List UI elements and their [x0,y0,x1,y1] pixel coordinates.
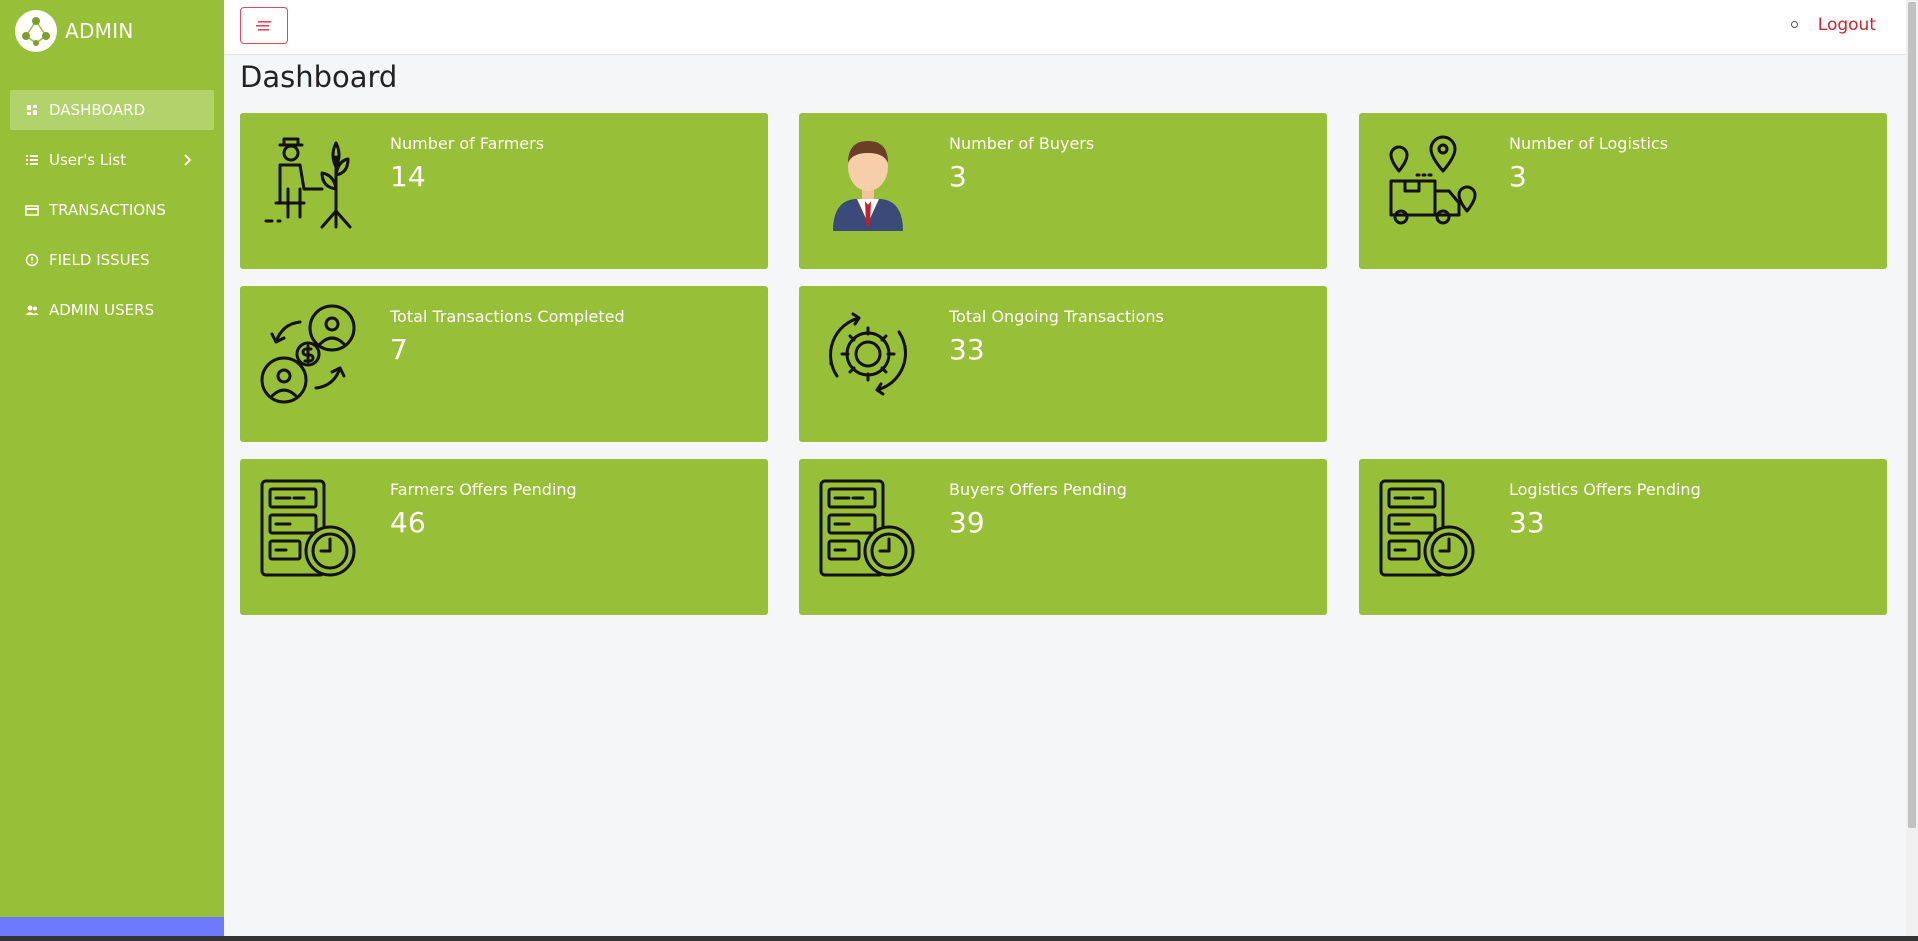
top-navbar: Logout [224,0,1906,55]
scrollbar-thumb[interactable] [1908,2,1916,828]
farmers-offers-pending-card[interactable]: Farmers Offers Pending 46 [240,459,768,615]
chevron-right-icon [182,152,192,168]
logistics-truck-icon [1377,131,1479,233]
ongoing-transactions-card[interactable]: Total Ongoing Transactions 33 [799,286,1327,442]
vertical-scrollbar[interactable] [1906,0,1918,941]
sidebar-item-transactions[interactable]: TRANSACTIONS [10,190,214,230]
money-exchange-icon [258,304,360,406]
list-icon [25,153,39,167]
alert-circle-icon [25,253,39,267]
dashboard-icon [25,103,39,117]
card-value: 3 [1509,160,1527,193]
card-value: 7 [390,333,408,366]
card-label: Total Ongoing Transactions [949,307,1164,326]
card-label: Number of Buyers [949,134,1095,153]
brand-title: ADMIN [65,19,134,43]
farmers-count-card[interactable]: Number of Farmers 14 [240,113,768,269]
sidebar-item-label: DASHBOARD [49,101,146,119]
card-label: Farmers Offers Pending [390,480,577,499]
card-value: 46 [390,506,426,539]
sidebar-item-label: User's List [49,151,127,169]
user-status-icon [1791,21,1798,28]
sidebar-toggle-button[interactable] [240,7,288,44]
card-label: Total Transactions Completed [390,307,625,326]
pending-document-icon [1377,477,1479,579]
sidebar-item-admin-users[interactable]: ADMIN USERS [10,290,214,330]
logistics-offers-pending-card[interactable]: Logistics Offers Pending 33 [1359,459,1887,615]
menu-icon [256,20,271,31]
brand[interactable]: ADMIN [0,0,224,62]
sidebar-item-dashboard[interactable]: DASHBOARD [10,90,214,130]
buyers-count-card[interactable]: Number of Buyers 3 [799,113,1327,269]
card-value: 33 [1509,506,1545,539]
buyers-offers-pending-card[interactable]: Buyers Offers Pending 39 [799,459,1327,615]
completed-transactions-card[interactable]: Total Transactions Completed 7 [240,286,768,442]
sidebar-item-field-issues[interactable]: FIELD ISSUES [10,240,214,280]
network-logo-icon [15,10,57,52]
page-title: Dashboard [240,60,398,94]
farmer-icon [258,131,360,233]
pending-document-icon [817,477,919,579]
logout-link[interactable]: Logout [1818,15,1876,35]
sidebar: ADMIN DASHBOARD User's List TRANSACTIONS… [0,0,224,941]
gear-cycle-icon [817,304,919,406]
card-label: Number of Farmers [390,134,545,153]
horizontal-scrollbar[interactable] [0,936,1918,941]
buyer-avatar-icon [817,131,919,233]
card-value: 39 [949,506,985,539]
sidebar-nav: DASHBOARD User's List TRANSACTIONS FIELD… [0,90,224,330]
pending-document-icon [258,477,360,579]
card-icon [25,203,39,217]
card-label: Buyers Offers Pending [949,480,1127,499]
sidebar-item-label: FIELD ISSUES [49,251,150,269]
card-value: 14 [390,160,426,193]
logistics-count-card[interactable]: Number of Logistics 3 [1359,113,1887,269]
card-label: Number of Logistics [1509,134,1669,153]
card-value: 3 [949,160,967,193]
sidebar-item-users-list[interactable]: User's List [10,140,214,180]
sidebar-item-label: ADMIN USERS [49,301,155,319]
sidebar-item-label: TRANSACTIONS [49,201,166,219]
card-value: 33 [949,333,985,366]
card-label: Logistics Offers Pending [1509,480,1701,499]
users-icon [25,303,39,317]
